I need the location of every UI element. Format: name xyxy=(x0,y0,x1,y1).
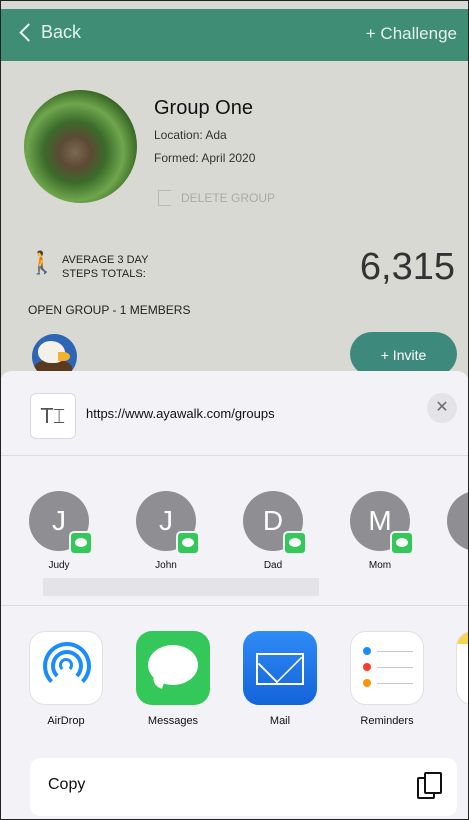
exit-icon xyxy=(158,190,171,206)
contact-judy[interactable]: J Judy xyxy=(9,491,109,571)
chevron-left-icon xyxy=(19,23,38,42)
walking-icon: 🚶 xyxy=(28,250,56,275)
contact-name: John xyxy=(155,560,177,571)
app-label: AirDrop xyxy=(47,715,85,727)
contact-avatar: J xyxy=(29,491,93,555)
share-header: T⌶ https://www.ayawalk.com/groups ✕ xyxy=(0,371,469,455)
messages-icon xyxy=(136,631,210,705)
app-label: Messages xyxy=(147,715,199,727)
average-steps-value: 6,315 xyxy=(359,246,455,288)
group-title: Group One xyxy=(154,97,253,119)
invite-button[interactable]: + Invite xyxy=(350,332,457,376)
contact-name: Dad xyxy=(263,560,283,571)
back-label: Back xyxy=(41,22,82,42)
contact-avatar: M xyxy=(350,491,414,555)
messages-badge-icon xyxy=(69,531,93,555)
app-airdrop[interactable]: AirDrop xyxy=(16,631,116,727)
apps-row: AirDrop Messages Mail Reminders xyxy=(0,631,469,741)
contact-name: Mom xyxy=(368,560,392,571)
messages-badge-icon xyxy=(176,531,200,555)
challenge-button[interactable]: + Challenge xyxy=(366,24,457,44)
app-label: Reminders xyxy=(360,715,414,727)
group-location: Location: Ada xyxy=(154,128,227,142)
app-screen: Back + Challenge Group One Location: Ada… xyxy=(0,0,469,820)
contact-avatar: J xyxy=(136,491,200,555)
mail-icon xyxy=(243,631,317,705)
airdrop-icon xyxy=(29,631,103,705)
notes-icon[interactable] xyxy=(456,631,469,705)
contact-john[interactable]: J John xyxy=(116,491,216,571)
contact-partial[interactable] xyxy=(427,491,469,551)
app-label: Mail xyxy=(269,715,291,727)
delete-group-label: DELETE GROUP xyxy=(181,191,276,205)
share-url: https://www.ayawalk.com/groups xyxy=(86,406,275,421)
reminders-icon xyxy=(350,631,424,705)
divider xyxy=(0,605,469,606)
contact-avatar: D xyxy=(243,491,307,555)
app-mail[interactable]: Mail xyxy=(230,631,330,727)
members-label: OPEN GROUP - 1 MEMBERS xyxy=(28,303,191,317)
contact-name: Judy xyxy=(48,560,70,571)
messages-badge-icon xyxy=(283,531,307,555)
group-avatar xyxy=(24,90,137,203)
close-button[interactable]: ✕ xyxy=(427,393,457,423)
text-document-icon: T⌶ xyxy=(30,393,76,439)
copy-icon xyxy=(417,772,442,800)
delete-group-button[interactable]: DELETE GROUP xyxy=(158,190,275,206)
contact-subtitle-placeholder xyxy=(43,578,319,596)
contact-avatar xyxy=(447,491,469,551)
copy-label: Copy xyxy=(48,776,86,793)
nav-bar: Back + Challenge xyxy=(0,9,469,61)
contact-mom[interactable]: M Mom xyxy=(330,491,430,571)
average-steps-label: AVERAGE 3 DAY STEPS TOTALS: xyxy=(62,254,149,280)
group-formed: Formed: April 2020 xyxy=(154,151,256,165)
contact-dad[interactable]: D Dad xyxy=(223,491,323,571)
copy-action[interactable]: Copy xyxy=(30,758,457,816)
back-button[interactable]: Back xyxy=(18,22,81,43)
messages-badge-icon xyxy=(390,531,414,555)
divider xyxy=(0,455,469,456)
app-messages[interactable]: Messages xyxy=(123,631,223,727)
app-reminders[interactable]: Reminders xyxy=(337,631,437,727)
